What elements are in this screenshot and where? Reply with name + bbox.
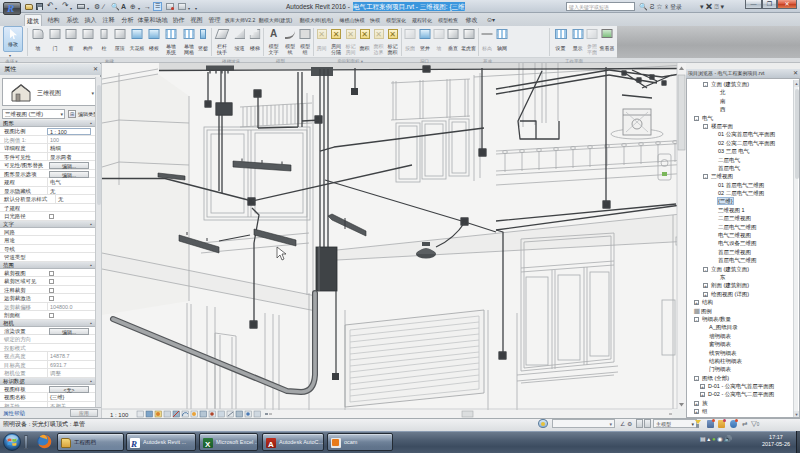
svg-text:1 : 100: 1 : 100: [110, 412, 129, 418]
